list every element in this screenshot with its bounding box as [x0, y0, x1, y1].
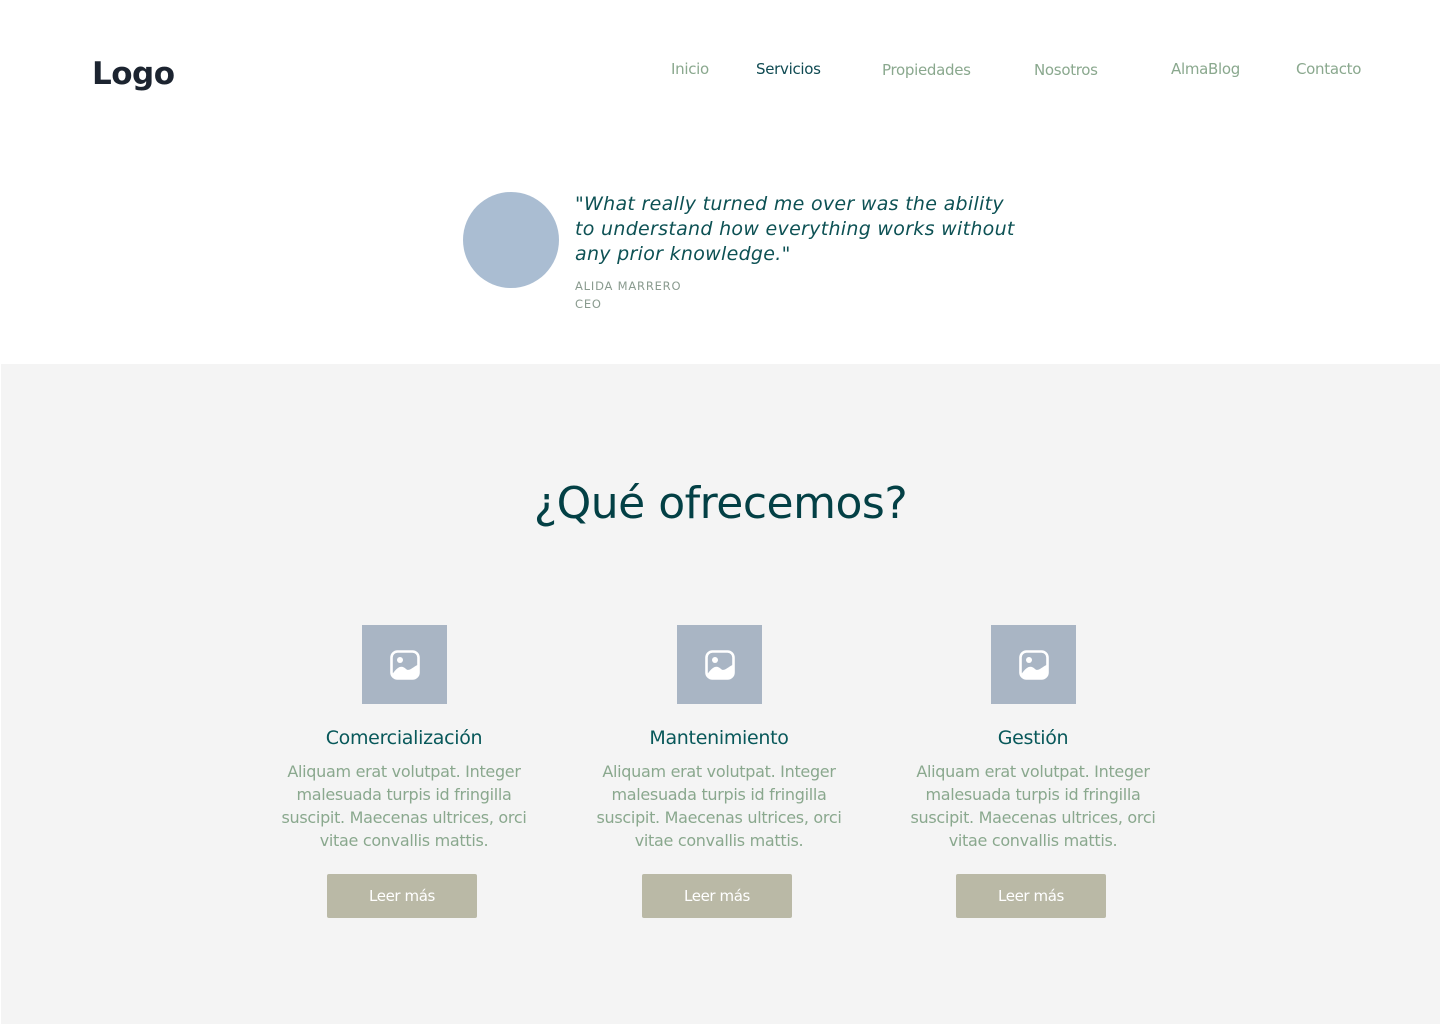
- service-description: Aliquam erat volutpat. Integer malesuada…: [910, 762, 1156, 850]
- services-title: ¿Qué ofrecemos?: [533, 478, 908, 529]
- read-more-button[interactable]: Leer más: [327, 874, 477, 918]
- read-more-button[interactable]: Leer más: [956, 874, 1106, 918]
- service-title: Mantenimiento: [649, 727, 789, 749]
- image-placeholder: [991, 625, 1076, 704]
- service-description: Aliquam erat volutpat. Integer malesuada…: [281, 762, 527, 850]
- author-name: ALIDA MARRERO: [575, 279, 682, 293]
- nav-item-inicio[interactable]: Inicio: [671, 60, 709, 78]
- service-title: Comercialización: [325, 727, 483, 749]
- logo[interactable]: Logo: [92, 56, 175, 92]
- services-section: ¿Qué ofrecemos? Comercialización Aliquam…: [1, 364, 1440, 1024]
- image-placeholder-icon: [704, 649, 735, 680]
- nav-item-servicios[interactable]: Servicios: [756, 60, 821, 78]
- author-role: CEO: [575, 297, 602, 311]
- image-placeholder-icon: [389, 649, 420, 680]
- testimonial-quote: "What really turned me over was the abil…: [575, 193, 1015, 265]
- image-placeholder-icon: [1018, 649, 1049, 680]
- image-placeholder: [362, 625, 447, 704]
- service-title: Gestión: [997, 727, 1069, 749]
- service-description: Aliquam erat volutpat. Integer malesuada…: [596, 762, 842, 850]
- avatar: [463, 192, 559, 288]
- nav-item-nosotros[interactable]: Nosotros: [1034, 61, 1098, 79]
- nav-item-propiedades[interactable]: Propiedades: [882, 61, 971, 79]
- read-more-button[interactable]: Leer más: [642, 874, 792, 918]
- nav-item-almablog[interactable]: AlmaBlog: [1171, 60, 1240, 78]
- testimonial-author: ALIDA MARRERO CEO: [575, 277, 681, 313]
- nav-item-contacto[interactable]: Contacto: [1296, 60, 1361, 78]
- image-placeholder: [677, 625, 762, 704]
